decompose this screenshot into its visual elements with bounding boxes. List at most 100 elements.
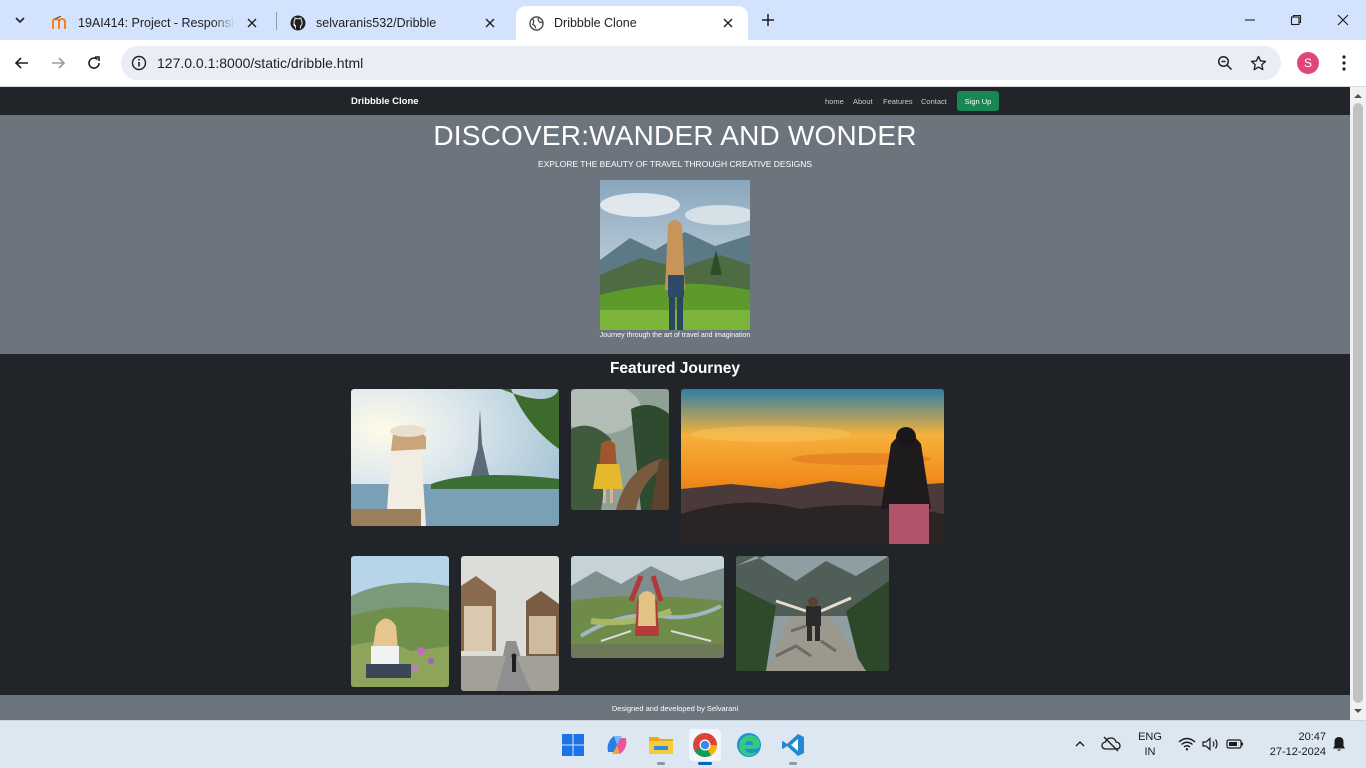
photo-hill-flowers[interactable] — [351, 556, 449, 687]
lang-region: IN — [1144, 746, 1156, 758]
photo-sunset-hiker[interactable] — [681, 389, 944, 544]
running-indicator — [657, 762, 665, 765]
battery-status[interactable] — [1224, 733, 1246, 755]
close-tab-icon[interactable] — [244, 15, 260, 31]
bell-icon — [1333, 737, 1345, 751]
browser-tab-dribbble-clone[interactable]: Dribbble Clone — [516, 6, 748, 40]
photo-valley-viewpoint[interactable] — [571, 556, 724, 658]
onedrive-status[interactable] — [1100, 733, 1122, 755]
file-explorer-button[interactable] — [645, 729, 677, 765]
bookmark-star-icon[interactable] — [1248, 53, 1268, 73]
address-bar[interactable]: 127.0.0.1:8000/static/dribble.html — [121, 46, 1281, 80]
scroll-up-icon[interactable] — [1354, 92, 1362, 100]
nav-link-about[interactable]: About — [853, 97, 873, 106]
edge-button[interactable] — [733, 729, 765, 761]
new-tab-button[interactable] — [756, 8, 780, 32]
clock-time: 20:47 — [1298, 731, 1326, 743]
moodle-icon — [52, 15, 68, 31]
photo-village-street[interactable] — [461, 556, 559, 691]
chrome-button[interactable] — [689, 729, 721, 765]
profile-initial: S — [1303, 56, 1312, 70]
clock-date: 27-12-2024 — [1269, 746, 1326, 758]
arrow-right-icon — [52, 57, 66, 69]
back-button[interactable] — [10, 51, 34, 75]
cloud-off-icon — [1101, 736, 1121, 752]
close-tab-icon[interactable] — [720, 15, 736, 31]
more-vertical-icon — [1342, 55, 1346, 71]
hero-subtitle: EXPLORE THE BEAUTY OF TRAVEL THROUGH CRE… — [537, 159, 813, 169]
input-language-indicator[interactable]: ENG IN — [1136, 730, 1164, 760]
globe-icon — [528, 15, 544, 31]
reload-icon — [88, 56, 100, 69]
battery-icon — [1226, 739, 1243, 749]
url-text[interactable]: 127.0.0.1:8000/static/dribble.html — [157, 55, 363, 71]
close-window-button[interactable] — [1331, 8, 1355, 32]
page-scrollbar[interactable] — [1350, 87, 1366, 720]
active-indicator — [698, 762, 712, 765]
plus-icon — [762, 14, 774, 26]
zoom-icon[interactable] — [1215, 53, 1235, 73]
nav-link-contact[interactable]: Contact — [921, 97, 947, 106]
photo-eiffel-tower[interactable] — [351, 389, 559, 526]
restore-button[interactable] — [1284, 8, 1308, 32]
site-info-icon[interactable] — [129, 53, 149, 73]
browser-toolbar: 127.0.0.1:8000/static/dribble.html S — [0, 40, 1366, 87]
scroll-thumb[interactable] — [1353, 103, 1363, 703]
hero-caption: Journey through the art of travel and im… — [599, 332, 751, 339]
close-icon — [1337, 14, 1349, 26]
scroll-down-icon[interactable] — [1354, 707, 1362, 715]
hero-title: DISCOVER:WANDER AND WONDER — [433, 120, 917, 151]
tab-title: Dribbble Clone — [554, 16, 637, 30]
arrow-left-icon — [14, 57, 28, 69]
copilot-button[interactable] — [601, 729, 633, 761]
tab-title: selvaranis532/Dribble — [316, 16, 437, 30]
forward-button[interactable] — [46, 51, 70, 75]
edge-icon — [737, 733, 761, 757]
wifi-icon — [1178, 737, 1196, 751]
tab-title: 19AI414: Project - Responsive W — [78, 16, 236, 30]
hero-image-mountain-traveler — [600, 180, 750, 330]
nav-link-home[interactable]: home — [825, 97, 844, 106]
minimize-button[interactable] — [1238, 8, 1262, 32]
windows-start-icon — [562, 734, 584, 756]
start-button[interactable] — [557, 729, 589, 761]
windows-taskbar: ENG IN 20:47 27-12-2024 — [0, 720, 1366, 768]
running-indicator — [789, 762, 797, 765]
restore-icon — [1290, 14, 1302, 26]
file-explorer-icon — [649, 737, 673, 754]
chevron-up-icon — [1075, 741, 1085, 747]
wifi-status[interactable] — [1176, 733, 1198, 755]
hero-section: DISCOVER:WANDER AND WONDER EXPLORE THE B… — [0, 115, 1350, 354]
site-footer: Designed and developed by Selvarani — [0, 695, 1350, 720]
photo-forest-bridge[interactable] — [571, 389, 669, 510]
github-icon — [290, 15, 306, 31]
reload-button[interactable] — [82, 51, 106, 75]
browser-tab-bar: 19AI414: Project - Responsive W selvaran… — [0, 0, 1366, 40]
browser-tab-moodle[interactable]: 19AI414: Project - Responsive W — [40, 6, 272, 40]
tab-search-button[interactable] — [8, 8, 32, 32]
photo-rocky-trail[interactable] — [736, 556, 889, 671]
show-hidden-icons-button[interactable] — [1069, 733, 1091, 755]
chevron-down-icon — [15, 17, 25, 24]
signup-button[interactable]: Sign Up — [957, 91, 999, 111]
speaker-icon — [1202, 737, 1218, 751]
lang-code: ENG — [1138, 731, 1162, 743]
featured-section: Featured Journey — [0, 354, 1350, 695]
site-navbar: Dribbble Clone home About Features Conta… — [0, 87, 1350, 115]
navbar-brand[interactable]: Dribbble Clone — [351, 96, 419, 107]
close-tab-icon[interactable] — [482, 15, 498, 31]
system-clock[interactable]: 20:47 27-12-2024 — [1256, 730, 1326, 760]
nav-link-features[interactable]: Features — [883, 97, 913, 106]
vscode-button[interactable] — [777, 729, 809, 765]
vscode-icon — [782, 734, 804, 756]
chrome-icon — [693, 733, 717, 758]
volume-status[interactable] — [1200, 733, 1222, 755]
browser-menu-button[interactable] — [1334, 51, 1354, 75]
tab-separator — [276, 12, 277, 30]
profile-avatar[interactable]: S — [1297, 52, 1319, 74]
copilot-icon — [607, 736, 627, 754]
page-viewport: Dribbble Clone home About Features Conta… — [0, 87, 1350, 720]
featured-title: Featured Journey — [609, 360, 741, 377]
browser-tab-github[interactable]: selvaranis532/Dribble — [278, 6, 510, 40]
notifications-button[interactable] — [1328, 733, 1350, 755]
